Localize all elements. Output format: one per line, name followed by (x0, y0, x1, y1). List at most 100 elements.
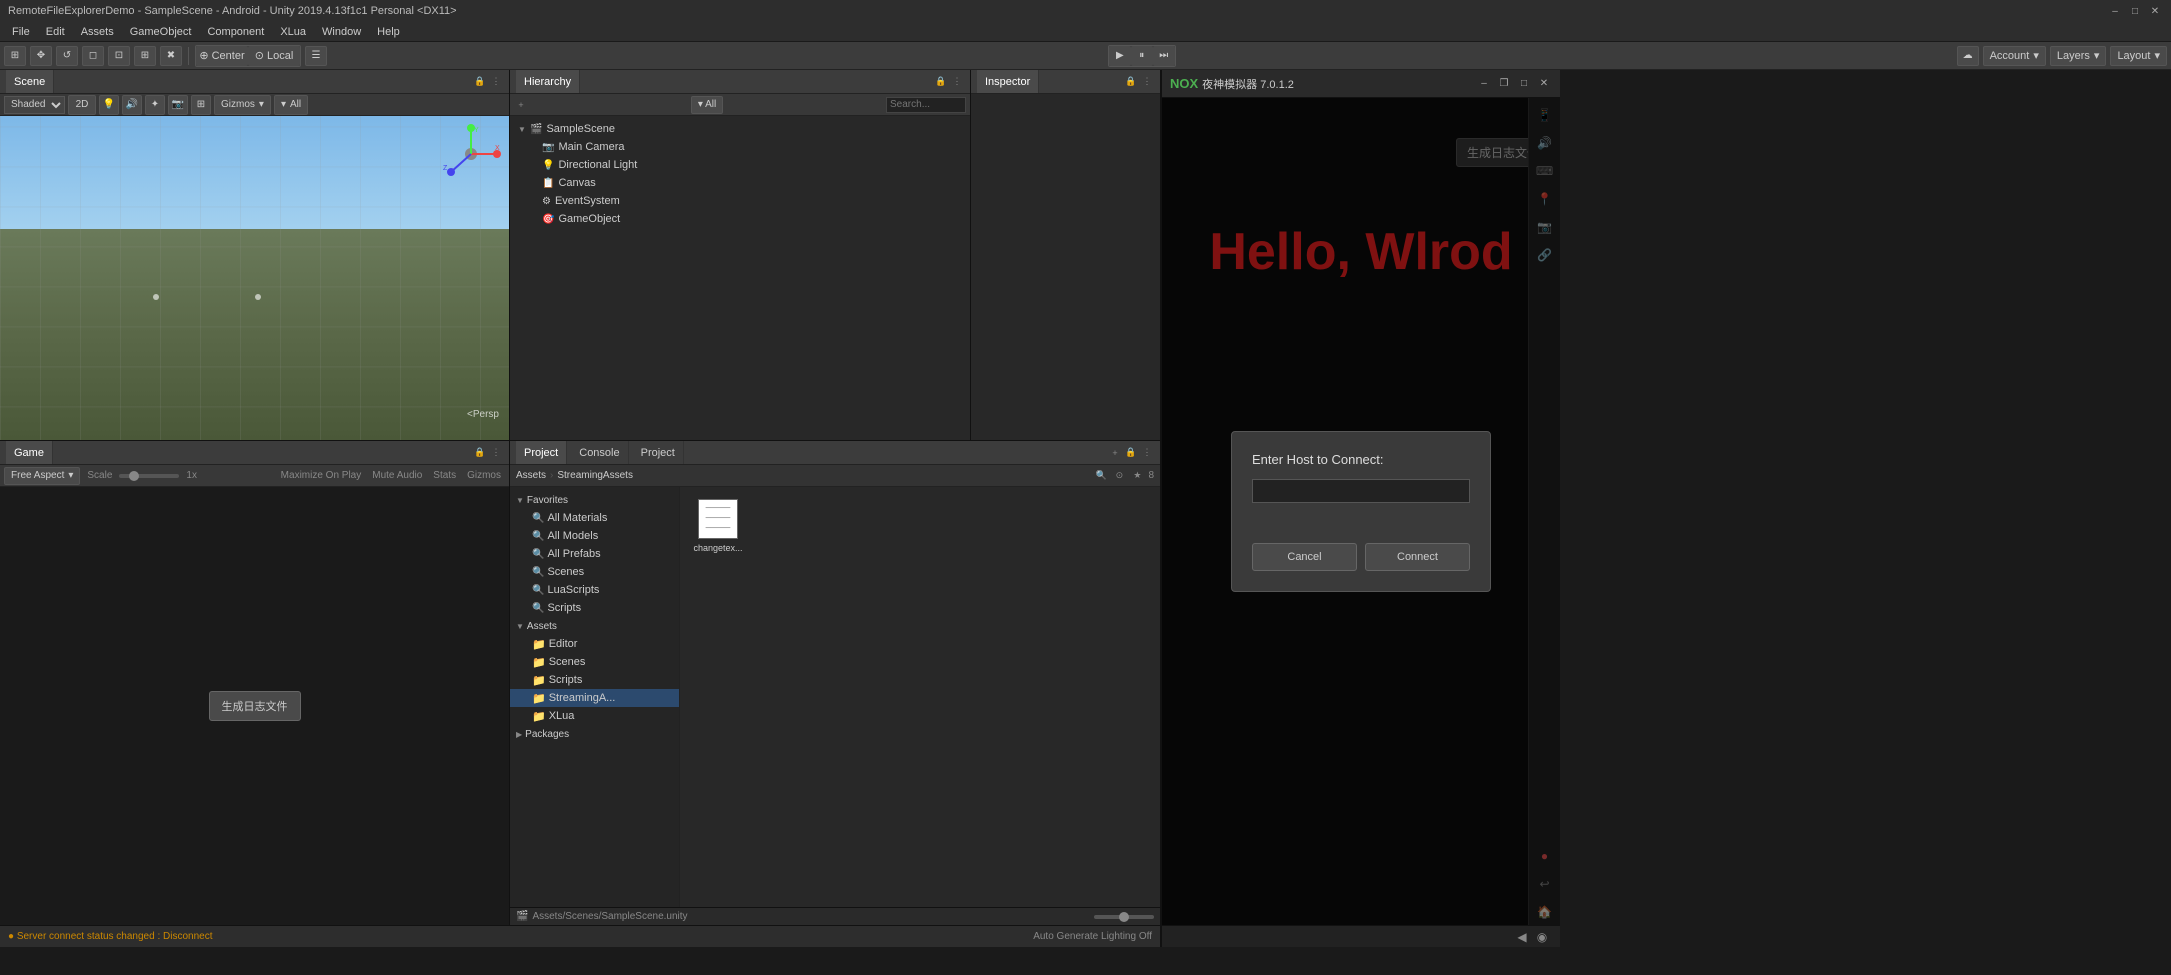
close-button[interactable]: ✕ (2147, 3, 2163, 19)
game-more-icon[interactable]: ⋮ (489, 446, 503, 460)
toolbar-icon-1[interactable]: ⊞ (4, 46, 26, 66)
menu-edit[interactable]: Edit (38, 22, 73, 41)
project-search-icon[interactable]: 🔍 (1094, 469, 1108, 483)
scene-camera-btn[interactable]: 📷 (168, 95, 188, 115)
toolbar-icon-7[interactable]: ✖ (160, 46, 182, 66)
project-icon-1[interactable]: ⊙ (1112, 469, 1126, 483)
nox-back-bottom-btn[interactable]: ◀ (1512, 927, 1532, 947)
hier-item-samplescene[interactable]: ▼ 🎬 SampleScene (510, 120, 970, 138)
local-button[interactable]: ⊙ Local (248, 46, 300, 66)
proj-asset-scenes[interactable]: 📁 Scenes (510, 653, 679, 671)
nox-close-btn[interactable]: ✕ (1536, 76, 1552, 92)
all-dropdown[interactable]: ▾ All (274, 95, 308, 115)
dialog-connect-button[interactable]: Connect (1365, 543, 1470, 571)
nox-home-bottom-btn[interactable]: ◉ (1532, 927, 1552, 947)
assets-header[interactable]: ▼ Assets (510, 617, 679, 635)
proj-zoom-slider[interactable] (1094, 915, 1154, 919)
hierarchy-all-dropdown[interactable]: ▾ All (691, 96, 723, 114)
play-button[interactable]: ▶ (1109, 46, 1131, 66)
proj-asset-streamingassets[interactable]: 📁 StreamingA... (510, 689, 679, 707)
inspector-more-icon[interactable]: ⋮ (1140, 75, 1154, 89)
toolbar-icon-4[interactable]: ◻ (82, 46, 104, 66)
maximize-button[interactable]: □ (2127, 3, 2143, 19)
dialog-host-input[interactable] (1252, 479, 1470, 503)
project-lock-icon[interactable]: 🔒 (1124, 446, 1138, 460)
hierarchy-more-icon[interactable]: ⋮ (950, 75, 964, 89)
proj-fav-scenes[interactable]: 🔍 Scenes (510, 563, 679, 581)
proj-fav-luascripts[interactable]: 🔍 LuaScripts (510, 581, 679, 599)
toolbar-icon-5[interactable]: ⊡ (108, 46, 130, 66)
hier-item-gameobject[interactable]: 🎯 GameObject (510, 210, 970, 228)
minimize-button[interactable]: – (2107, 3, 2123, 19)
gizmos-dropdown[interactable]: Gizmos ▾ (214, 95, 271, 115)
toolbar-icon-3[interactable]: ↺ (56, 46, 78, 66)
stats-btn[interactable]: Stats (429, 469, 460, 483)
toolbar-icon-8[interactable]: ☰ (305, 46, 327, 66)
step-button[interactable]: ⏭ (1153, 46, 1175, 66)
scene-2d-btn[interactable]: 2D (68, 95, 96, 115)
hier-item-directionallight[interactable]: 💡 Directional Light (510, 156, 970, 174)
layout-dropdown[interactable]: Layout ▾ (2110, 46, 2167, 66)
scene-grid-btn[interactable]: ⊞ (191, 95, 211, 115)
scene-audio-btn[interactable]: 🔊 (122, 95, 142, 115)
proj-fav-scripts[interactable]: 🔍 Scripts (510, 599, 679, 617)
toolbar-icon-2[interactable]: ✥ (30, 46, 52, 66)
project-icon-2[interactable]: ★ (1130, 469, 1144, 483)
nox-restore-btn[interactable]: ❐ (1496, 76, 1512, 92)
proj-fav-all-models[interactable]: 🔍 All Models (510, 527, 679, 545)
pause-button[interactable]: ⏸ (1131, 46, 1153, 66)
nox-minimize-btn[interactable]: – (1476, 76, 1492, 92)
scene-lock-icon[interactable]: 🔒 (473, 75, 487, 89)
hier-item-eventsystem[interactable]: ⚙ EventSystem (510, 192, 970, 210)
game-generate-button[interactable]: 生成日志文件 (209, 691, 301, 721)
proj-asset-scripts[interactable]: 📁 Scripts (510, 671, 679, 689)
aspect-dropdown[interactable]: Free Aspect ▾ (4, 467, 80, 485)
scene-more-icon[interactable]: ⋮ (489, 75, 503, 89)
proj-fav-all-materials[interactable]: 🔍 All Materials (510, 509, 679, 527)
project-more-icon[interactable]: ⋮ (1140, 446, 1154, 460)
scene-tab[interactable]: Scene (6, 70, 54, 93)
maximize-on-play-btn[interactable]: Maximize On Play (277, 469, 366, 483)
hier-item-maincamera[interactable]: 📷 Main Camera (510, 138, 970, 156)
project-tab-1[interactable]: Project (516, 441, 567, 464)
hierarchy-tab[interactable]: Hierarchy (516, 70, 580, 93)
hier-item-canvas[interactable]: 📋 Canvas (510, 174, 970, 192)
mute-audio-btn[interactable]: Mute Audio (368, 469, 426, 483)
inspector-lock-icon[interactable]: 🔒 (1124, 75, 1138, 89)
layers-dropdown[interactable]: Layers ▾ (2050, 46, 2107, 66)
menu-file[interactable]: File (4, 22, 38, 41)
menu-gameobject[interactable]: GameObject (122, 22, 200, 41)
project-tab-2[interactable]: Project (633, 441, 684, 464)
hierarchy-search[interactable] (886, 97, 966, 113)
hierarchy-lock-icon[interactable]: 🔒 (934, 75, 948, 89)
packages-header[interactable]: ▶ Packages (510, 725, 679, 743)
file-item-changetex[interactable]: ───── ───── ───── changetex... (688, 495, 748, 557)
scale-slider[interactable] (119, 474, 179, 478)
shading-mode-select[interactable]: Shaded (4, 96, 65, 114)
account-dropdown[interactable]: Account ▾ (1983, 46, 2046, 66)
scene-light-btn[interactable]: 💡 (99, 95, 119, 115)
game-lock-icon[interactable]: 🔒 (473, 446, 487, 460)
scene-panel-header: Scene 🔒 ⋮ (0, 70, 509, 94)
menu-component[interactable]: Component (199, 22, 272, 41)
toolbar-icon-6[interactable]: ⊞ (134, 46, 156, 66)
nox-maximize-btn[interactable]: □ (1516, 76, 1532, 92)
game-tab[interactable]: Game (6, 441, 53, 464)
menu-xlua[interactable]: XLua (272, 22, 314, 41)
project-add-btn[interactable]: + (1108, 446, 1122, 460)
game-gizmos-btn[interactable]: Gizmos (463, 469, 505, 483)
cloud-button[interactable]: ☁ (1957, 46, 1979, 66)
center-button[interactable]: ⊕ Center (196, 46, 248, 66)
proj-asset-editor[interactable]: 📁 Editor (510, 635, 679, 653)
favorites-header[interactable]: ▼ Favorites (510, 491, 679, 509)
proj-asset-xlua[interactable]: 📁 XLua (510, 707, 679, 725)
scene-fx-btn[interactable]: ✦ (145, 95, 165, 115)
console-tab[interactable]: Console (571, 441, 628, 464)
menu-window[interactable]: Window (314, 22, 369, 41)
hierarchy-add-btn[interactable]: + (514, 98, 528, 112)
menu-help[interactable]: Help (369, 22, 408, 41)
proj-fav-all-prefabs[interactable]: 🔍 All Prefabs (510, 545, 679, 563)
dialog-cancel-button[interactable]: Cancel (1252, 543, 1357, 571)
inspector-tab[interactable]: Inspector (977, 70, 1039, 93)
menu-assets[interactable]: Assets (73, 22, 122, 41)
